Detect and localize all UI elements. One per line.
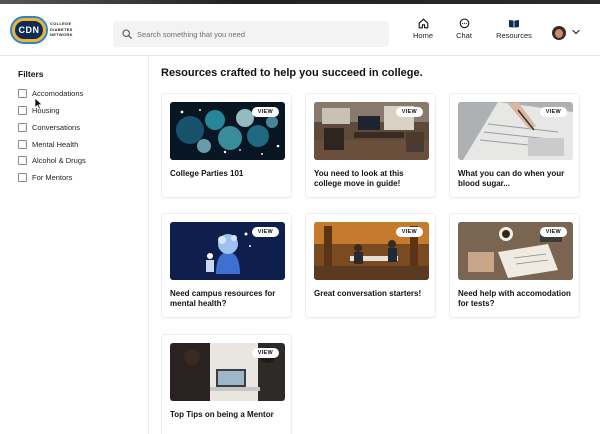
nav-home-label: Home bbox=[412, 31, 433, 40]
top-header: CDN COLLEGE DIABETES NETWORK Home Chat bbox=[0, 4, 600, 56]
resource-card-college-parties[interactable]: VIEW College Parties 101 bbox=[161, 93, 292, 198]
filter-label: Conversations bbox=[32, 123, 80, 132]
card-title: You need to look at this college move in… bbox=[314, 169, 404, 188]
logo-subtext: COLLEGE DIABETES NETWORK bbox=[50, 21, 100, 38]
page-title: Resources crafted to help you succeed in… bbox=[161, 67, 423, 79]
home-icon bbox=[418, 18, 428, 29]
filters-sidebar: Filters Accomodations Housing Conversati… bbox=[0, 57, 149, 434]
logo-badge: CDN bbox=[10, 16, 48, 44]
logo-subtext-line-3: NETWORK bbox=[50, 32, 73, 37]
filter-checkbox[interactable] bbox=[18, 123, 27, 132]
card-title: Need help with accomodation for tests? bbox=[458, 289, 571, 308]
filters-title: Filters bbox=[18, 69, 44, 79]
view-button[interactable]: VIEW bbox=[251, 348, 279, 358]
search-bar[interactable] bbox=[113, 21, 389, 47]
view-button[interactable]: VIEW bbox=[395, 227, 423, 237]
chat-icon bbox=[459, 18, 469, 29]
filter-label: Alcohol & Drugs bbox=[32, 156, 86, 165]
nav-chat-label: Chat bbox=[456, 31, 472, 40]
resource-card-mental-health[interactable]: VIEW Need campus resources for mental he… bbox=[161, 213, 292, 318]
card-image: VIEW bbox=[314, 222, 429, 280]
view-button[interactable]: VIEW bbox=[395, 107, 423, 117]
nav-resources[interactable]: Resources bbox=[494, 18, 534, 50]
resource-card-test-accomodation[interactable]: VIEW Need help with accomodation for tes… bbox=[449, 213, 580, 318]
filter-checkbox[interactable] bbox=[18, 106, 27, 115]
card-image: VIEW bbox=[170, 343, 285, 401]
resource-card-blood-sugar[interactable]: VIEW What you can do when your blood sug… bbox=[449, 93, 580, 198]
cdn-logo[interactable]: CDN COLLEGE DIABETES NETWORK bbox=[10, 16, 102, 44]
filter-checkbox[interactable] bbox=[18, 173, 27, 182]
filter-checkbox[interactable] bbox=[18, 89, 27, 98]
card-title: Great conversation starters! bbox=[314, 289, 422, 298]
card-title: College Parties 101 bbox=[170, 169, 244, 178]
nav-home[interactable]: Home bbox=[410, 18, 436, 50]
avatar[interactable] bbox=[552, 26, 566, 40]
card-image: VIEW bbox=[458, 102, 573, 160]
search-input[interactable] bbox=[137, 25, 382, 43]
nav-resources-label: Resources bbox=[496, 31, 532, 40]
filter-label: For Mentors bbox=[32, 173, 73, 182]
view-button[interactable]: VIEW bbox=[539, 107, 567, 117]
search-icon bbox=[122, 29, 132, 39]
mouse-cursor-icon bbox=[34, 97, 43, 110]
card-image: VIEW bbox=[314, 102, 429, 160]
resource-card-move-in-guide[interactable]: VIEW You need to look at this college mo… bbox=[305, 93, 436, 198]
resource-card-conversation-starters[interactable]: VIEW Great conversation starters! bbox=[305, 213, 436, 318]
view-button[interactable]: VIEW bbox=[539, 227, 567, 237]
view-button[interactable]: VIEW bbox=[251, 227, 279, 237]
filter-checkbox[interactable] bbox=[18, 156, 27, 165]
book-icon bbox=[509, 20, 519, 28]
card-title: Need campus resources for mental health? bbox=[170, 289, 276, 308]
resource-card-mentor-tips[interactable]: VIEW Top Tips on being a Mentor bbox=[161, 334, 292, 434]
card-title: What you can do when your blood sugar... bbox=[458, 169, 565, 188]
chevron-down-icon[interactable] bbox=[572, 29, 580, 35]
card-image: VIEW bbox=[458, 222, 573, 280]
card-image: VIEW bbox=[170, 222, 285, 280]
card-title: Top Tips on being a Mentor bbox=[170, 410, 274, 419]
logo-wordmark: CDN bbox=[15, 21, 43, 39]
filter-label: Mental Health bbox=[32, 140, 79, 149]
filter-checkbox[interactable] bbox=[18, 140, 27, 149]
card-image: VIEW bbox=[170, 102, 285, 160]
avatar-face bbox=[555, 29, 563, 38]
nav-chat[interactable]: Chat bbox=[451, 18, 477, 50]
view-button[interactable]: VIEW bbox=[251, 107, 279, 117]
